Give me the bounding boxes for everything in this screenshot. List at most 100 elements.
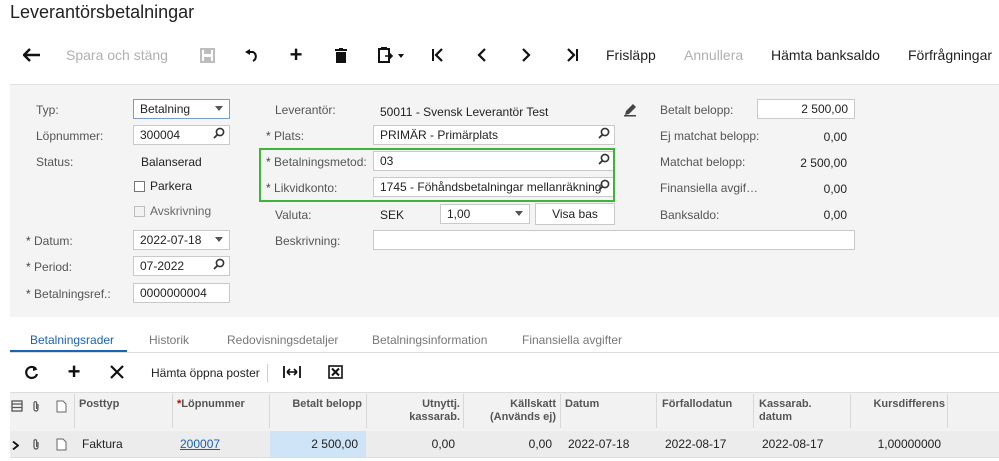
cell-date[interactable]: 2022-07-18 [568, 437, 629, 451]
inquiries-menu[interactable]: Förfrågningar [908, 47, 992, 63]
cell-cashdisc[interactable]: 0,00 [366, 437, 455, 451]
vendor-value[interactable]: 50011 - Svensk Leverantör Test [380, 105, 548, 119]
last-record-icon[interactable] [562, 44, 582, 66]
grid-settings-icon[interactable] [11, 400, 23, 415]
toolbar-divider [267, 364, 268, 382]
location-label: Plats: [266, 129, 304, 143]
cell-ratediff[interactable]: 1,00000000 [855, 437, 941, 451]
col-withholding[interactable]: Källskatt (Används ej) [463, 398, 556, 424]
description-label: Beskrivning: [275, 234, 341, 248]
view-base-button[interactable]: Visa bas [535, 203, 615, 225]
vendor-label: Leverantör: [275, 103, 336, 117]
save-close-button[interactable]: Spara och stäng [66, 47, 168, 63]
clipboard-dropdown-icon[interactable] [375, 44, 409, 66]
add-row-icon[interactable]: + [63, 359, 85, 384]
column-divider [74, 394, 75, 428]
col-ratediff[interactable]: Kursdifferens [855, 398, 945, 411]
period-label: Period: [26, 260, 72, 274]
cell-discdate[interactable]: 2022-08-17 [762, 437, 823, 451]
release-button[interactable]: Frisläpp [606, 47, 656, 63]
fit-columns-icon[interactable] [281, 361, 303, 383]
refnbr-label: Löpnummer: [36, 129, 104, 143]
row-note-icon[interactable] [56, 438, 67, 454]
payref-label: Betalningsref.: [26, 287, 111, 301]
hold-checkbox[interactable] [134, 181, 145, 192]
col-refnbr[interactable]: *Löpnummer [177, 398, 245, 411]
search-icon[interactable] [598, 127, 610, 142]
tab-betalningsrader[interactable]: Betalningsrader [30, 333, 114, 347]
cell-amount[interactable]: 2 500,00 [270, 437, 358, 451]
add-icon[interactable]: + [285, 42, 307, 67]
chevron-down-icon [215, 106, 223, 111]
refnbr-field[interactable]: 300004 [133, 125, 230, 145]
period-field[interactable]: 07-2022 [133, 256, 230, 276]
chevron-down-icon [515, 211, 523, 216]
location-field[interactable]: PRIMÄR - Primärplats [373, 125, 615, 145]
paid-amount-label: Betalt belopp: [660, 103, 734, 117]
col-cashdisc[interactable]: Utnyttj. kassarab. [366, 398, 460, 424]
first-record-icon[interactable] [428, 44, 448, 66]
column-divider [753, 394, 754, 428]
search-icon[interactable] [213, 127, 225, 142]
column-divider [947, 394, 948, 428]
export-excel-icon[interactable] [324, 361, 346, 383]
active-tab-indicator [10, 350, 127, 352]
highlight-box [259, 148, 615, 202]
fetch-bank-balance-button[interactable]: Hämta banksaldo [771, 47, 880, 63]
next-record-icon[interactable] [516, 44, 536, 66]
tab-finansiella-avgifter[interactable]: Finansiella avgifter [522, 333, 622, 347]
back-arrow-icon[interactable] [20, 44, 44, 66]
currency-label: Valuta: [275, 208, 312, 222]
bankbalance-label: Banksaldo: [660, 208, 720, 222]
refnbr-value: 300004 [140, 128, 181, 142]
cell-doctype: Faktura [82, 437, 123, 451]
writeoff-label: Avskrivning [150, 204, 212, 218]
col-amount[interactable]: Betalt belopp [270, 398, 362, 411]
row-attachment-icon[interactable] [31, 438, 41, 454]
col-discdate[interactable]: Kassarab. datum [759, 398, 812, 424]
tab-betalningsinformation[interactable]: Betalningsinformation [372, 333, 487, 347]
previous-record-icon[interactable] [472, 44, 492, 66]
tab-divider [10, 352, 999, 353]
payref-value: 0000000004 [140, 286, 207, 300]
col-duedate[interactable]: Förfallodatun [662, 398, 732, 411]
payref-field[interactable]: 0000000004 [133, 283, 230, 303]
search-icon[interactable] [213, 258, 225, 273]
cancel-button[interactable]: Annullera [684, 47, 743, 63]
bankbalance-value: 0,00 [823, 208, 847, 222]
rate-field[interactable]: 1,00 [440, 204, 530, 224]
col-doctype[interactable]: Posttyp [79, 398, 119, 411]
date-field[interactable]: 2022-07-18 [133, 230, 230, 250]
type-value: Betalning [140, 102, 191, 116]
hold-label: Parkera [150, 179, 193, 193]
refresh-icon[interactable] [20, 361, 42, 383]
cell-withholding[interactable]: 0,00 [463, 437, 552, 451]
edit-pencil-icon[interactable] [623, 103, 637, 117]
load-open-docs-button[interactable]: Hämta öppna poster [151, 366, 260, 380]
tab-historik[interactable]: Historik [149, 333, 189, 347]
col-date[interactable]: Datum [565, 398, 599, 411]
type-label: Typ: [36, 103, 59, 117]
attachment-icon [31, 400, 41, 416]
status-label: Status: [36, 155, 74, 169]
cell-duedate[interactable]: 2022-08-17 [665, 437, 726, 451]
delete-icon[interactable] [330, 44, 352, 66]
paid-amount-field[interactable]: 2 500,00 [757, 99, 855, 119]
type-select[interactable]: Betalning [133, 99, 230, 119]
writeoff-checkbox[interactable] [134, 206, 145, 217]
undo-icon[interactable] [240, 44, 262, 66]
location-value: PRIMÄR - Primärplats [380, 128, 499, 142]
cell-refnbr-link[interactable]: 200007 [180, 437, 220, 451]
page-title: Leverantörsbetalningar [10, 2, 195, 22]
fincharges-label: Finansiella avgif… [660, 181, 759, 195]
delete-row-icon[interactable] [106, 361, 128, 383]
save-icon[interactable] [196, 44, 218, 66]
unapplied-label: Ej matchat belopp: [660, 129, 760, 143]
note-icon [56, 400, 67, 416]
row-indicator-icon [12, 439, 20, 453]
currency-value: SEK [380, 208, 405, 222]
period-value: 07-2022 [140, 259, 185, 273]
tab-redovisningsdetaljer[interactable]: Redovisningsdetaljer [227, 333, 338, 347]
applied-value: 2 500,00 [800, 156, 847, 170]
description-field[interactable] [373, 230, 855, 250]
